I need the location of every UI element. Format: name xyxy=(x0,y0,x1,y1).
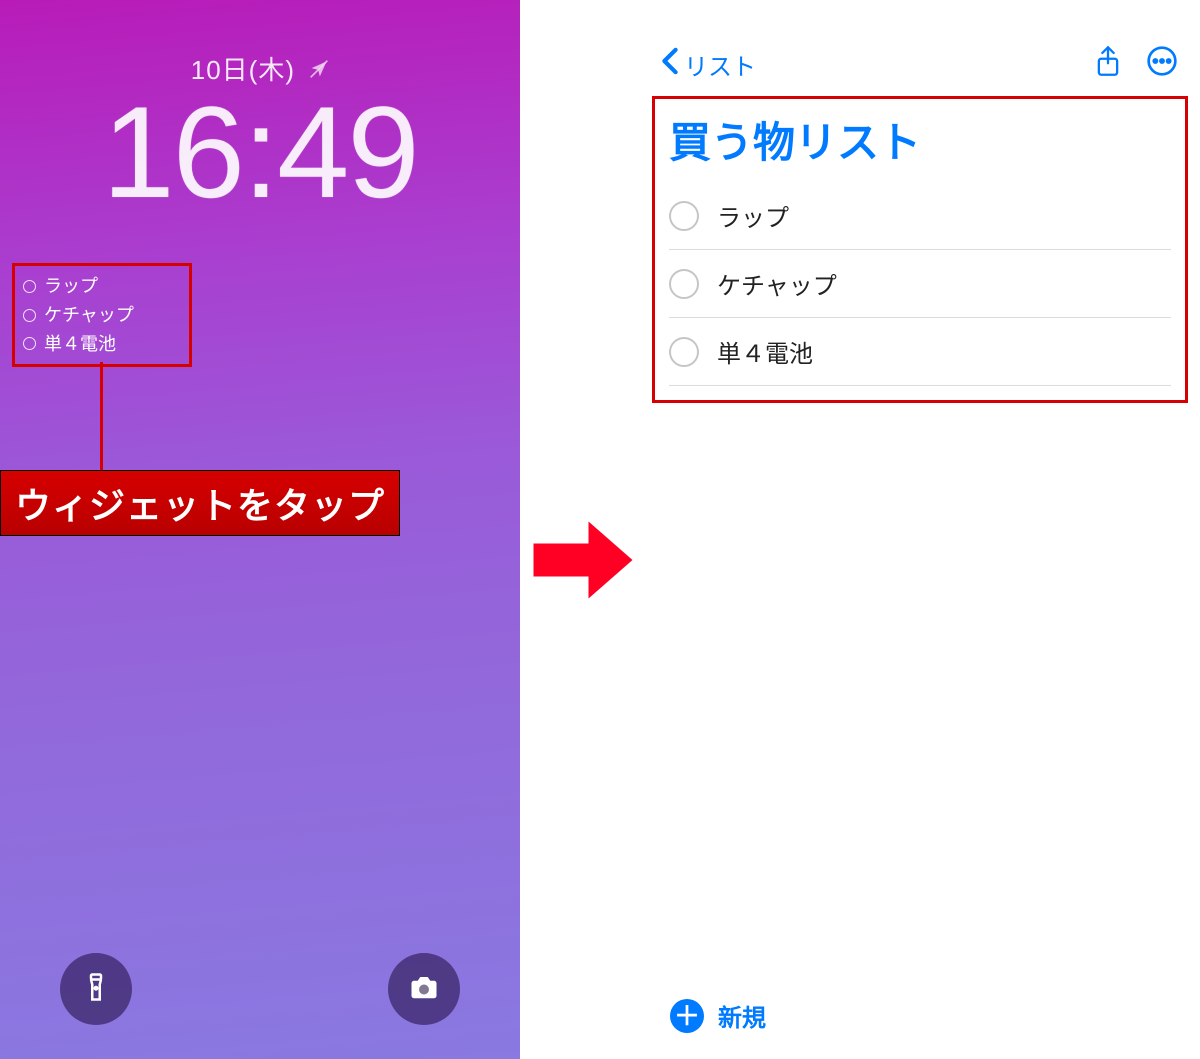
radio-icon[interactable] xyxy=(669,201,699,231)
lockscreen: 10日(木) 16:49 ラップ ケチャップ 単４電池 ウィジェットをタップ xyxy=(0,0,520,1059)
widget-item: ラップ xyxy=(23,272,181,301)
reminders-app: リスト 買う物リスト ラップ ケチャップ 単４電池 xyxy=(640,0,1200,1059)
annotation-connector xyxy=(100,362,103,472)
widget-item-label: ケチャップ xyxy=(44,301,134,330)
annotation-label: ウィジェットをタップ xyxy=(0,470,400,536)
radio-icon[interactable] xyxy=(669,337,699,367)
share-icon xyxy=(1094,45,1122,84)
lockscreen-bottom-buttons xyxy=(0,953,520,1025)
transition-arrow-column xyxy=(520,0,640,1059)
bottom-toolbar: ＋ 新規 xyxy=(640,998,1200,1033)
widget-item: ケチャップ xyxy=(23,301,181,330)
more-button[interactable] xyxy=(1144,46,1180,82)
chevron-left-icon xyxy=(660,47,680,82)
share-button[interactable] xyxy=(1090,46,1126,82)
back-button[interactable]: リスト xyxy=(660,47,756,82)
reminder-item[interactable]: ラップ xyxy=(669,182,1171,250)
camera-icon xyxy=(409,972,439,1007)
plus-icon: ＋ xyxy=(674,1003,700,1029)
add-button[interactable]: ＋ xyxy=(670,999,704,1033)
flashlight-button[interactable] xyxy=(60,953,132,1025)
back-label: リスト xyxy=(684,47,756,82)
circle-icon xyxy=(23,309,36,322)
widget-item: 単４電池 xyxy=(23,330,181,359)
reminder-label: 単４電池 xyxy=(717,334,813,369)
widget-item-label: ラップ xyxy=(44,272,98,301)
ellipsis-circle-icon xyxy=(1146,45,1178,84)
highlight-frame: 買う物リスト ラップ ケチャップ 単４電池 xyxy=(652,96,1188,403)
list-title: 買う物リスト xyxy=(669,109,1171,170)
circle-icon xyxy=(23,337,36,350)
flashlight-icon xyxy=(81,972,111,1007)
add-label[interactable]: 新規 xyxy=(718,998,766,1033)
reminder-label: ラップ xyxy=(717,198,789,233)
reminders-widget[interactable]: ラップ ケチャップ 単４電池 xyxy=(12,263,192,367)
radio-icon[interactable] xyxy=(669,269,699,299)
reminder-label: ケチャップ xyxy=(717,266,837,301)
navbar: リスト xyxy=(640,40,1200,88)
camera-button[interactable] xyxy=(388,953,460,1025)
reminder-item[interactable]: ケチャップ xyxy=(669,250,1171,318)
widget-item-label: 単４電池 xyxy=(44,330,116,359)
location-off-icon xyxy=(309,55,329,86)
lockscreen-time: 16:49 xyxy=(0,77,520,227)
arrow-right-icon xyxy=(528,505,638,620)
reminder-item[interactable]: 単４電池 xyxy=(669,318,1171,386)
circle-icon xyxy=(23,280,36,293)
